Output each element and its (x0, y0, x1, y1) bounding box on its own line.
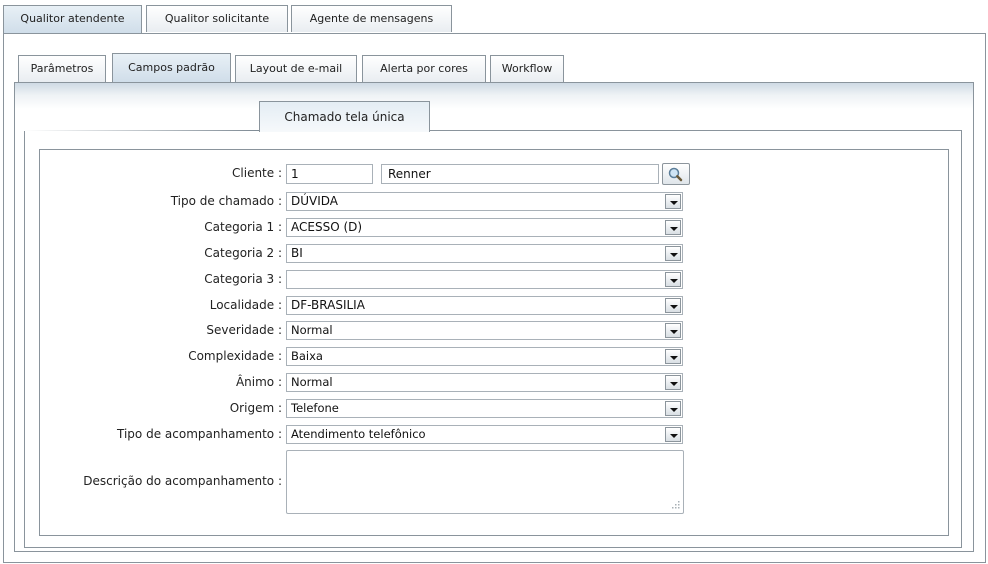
categoria-2-label: Categoria 2 : (204, 246, 282, 260)
tipo-de-acompanhamento-value: Atendimento telefônico (291, 427, 426, 441)
categoria-2-value: BI (291, 246, 303, 260)
complexidade-value: Baixa (291, 349, 323, 363)
localidade-select[interactable]: DF-BRASILIA (286, 296, 683, 315)
tab-layout-de-email[interactable]: Layout de e-mail (235, 55, 357, 82)
complexidade-select[interactable]: Baixa (286, 347, 683, 366)
cliente-code-input[interactable]: 1 (286, 164, 373, 184)
descricao-textarea[interactable] (286, 450, 684, 514)
animo-value: Normal (291, 375, 333, 389)
categoria-1-select[interactable]: ACESSO (D) (286, 218, 683, 237)
chevron-down-icon[interactable] (665, 375, 681, 390)
categoria-1-label: Categoria 1 : (204, 220, 282, 234)
cliente-name-input[interactable]: Renner (381, 164, 659, 184)
tipo-de-acompanhamento-select[interactable]: Atendimento telefônico (286, 425, 683, 444)
categoria-3-label: Categoria 3 : (204, 272, 282, 286)
animo-select[interactable]: Normal (286, 373, 683, 392)
severidade-select[interactable]: Normal (286, 321, 683, 340)
animo-label: Ânimo : (235, 375, 282, 389)
inner-panel-top-left-line (24, 130, 260, 131)
chevron-down-icon[interactable] (665, 349, 681, 364)
chevron-down-icon[interactable] (665, 220, 681, 235)
categoria-2-select[interactable]: BI (286, 244, 683, 263)
cliente-search-button[interactable] (662, 163, 690, 185)
severidade-value: Normal (291, 323, 333, 337)
chevron-down-icon[interactable] (665, 272, 681, 287)
tab-alerta-por-cores[interactable]: Alerta por cores (362, 55, 486, 82)
chevron-down-icon[interactable] (665, 246, 681, 261)
origem-value: Telefone (291, 401, 339, 415)
origem-select[interactable]: Telefone (286, 399, 683, 418)
origem-label: Origem : (229, 401, 282, 415)
descricao-label: Descrição do acompanhamento : (83, 474, 282, 488)
cliente-label: Cliente : (232, 166, 282, 180)
tipo-de-chamado-value: DÚVIDA (291, 194, 339, 208)
categoria-3-select[interactable] (286, 270, 683, 289)
chevron-down-icon[interactable] (665, 427, 681, 442)
chevron-down-icon[interactable] (665, 194, 681, 209)
tab-qualitor-solicitante[interactable]: Qualitor solicitante (146, 5, 288, 32)
chevron-down-icon[interactable] (665, 298, 681, 313)
tab-workflow[interactable]: Workflow (490, 55, 564, 82)
severidade-label: Severidade : (206, 323, 282, 337)
tab-qualitor-atendente[interactable]: Qualitor atendente (3, 5, 142, 34)
chevron-down-icon[interactable] (665, 401, 681, 416)
localidade-label: Localidade : (209, 298, 282, 312)
tab-agente-de-mensagens[interactable]: Agente de mensagens (291, 5, 452, 32)
tipo-de-chamado-label: Tipo de chamado : (170, 194, 282, 208)
tipo-de-acompanhamento-label: Tipo de acompanhamento : (117, 427, 282, 441)
resize-grip-icon[interactable] (671, 500, 681, 510)
magnifier-icon (668, 167, 683, 182)
chevron-down-icon[interactable] (665, 323, 681, 338)
tab-chamado-tela-unica[interactable]: Chamado tela única (259, 101, 430, 132)
tab-campos-padrao[interactable]: Campos padrão (112, 53, 231, 83)
tab-parametros[interactable]: Parâmetros (18, 55, 106, 82)
complexidade-label: Complexidade : (188, 349, 282, 363)
tipo-de-chamado-select[interactable]: DÚVIDA (286, 192, 683, 211)
localidade-value: DF-BRASILIA (291, 298, 365, 312)
categoria-1-value: ACESSO (D) (291, 220, 363, 234)
